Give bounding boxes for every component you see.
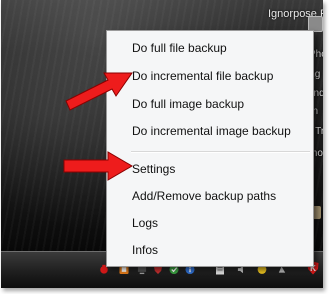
arrow-annotation-icon xyxy=(65,72,133,111)
menu-item-infos[interactable]: Infos xyxy=(107,239,313,261)
menu-item-full-file-backup[interactable]: Do full file backup xyxy=(107,37,313,59)
arrow-annotation-icon xyxy=(63,151,133,181)
menu-item-logs[interactable]: Logs xyxy=(107,212,313,234)
menu-separator xyxy=(131,151,310,153)
menu-item-add-remove-backup-paths[interactable]: Add/Remove backup paths xyxy=(107,185,313,207)
menu-item-incremental-image-backup[interactable]: Do incremental image backup xyxy=(107,120,313,142)
